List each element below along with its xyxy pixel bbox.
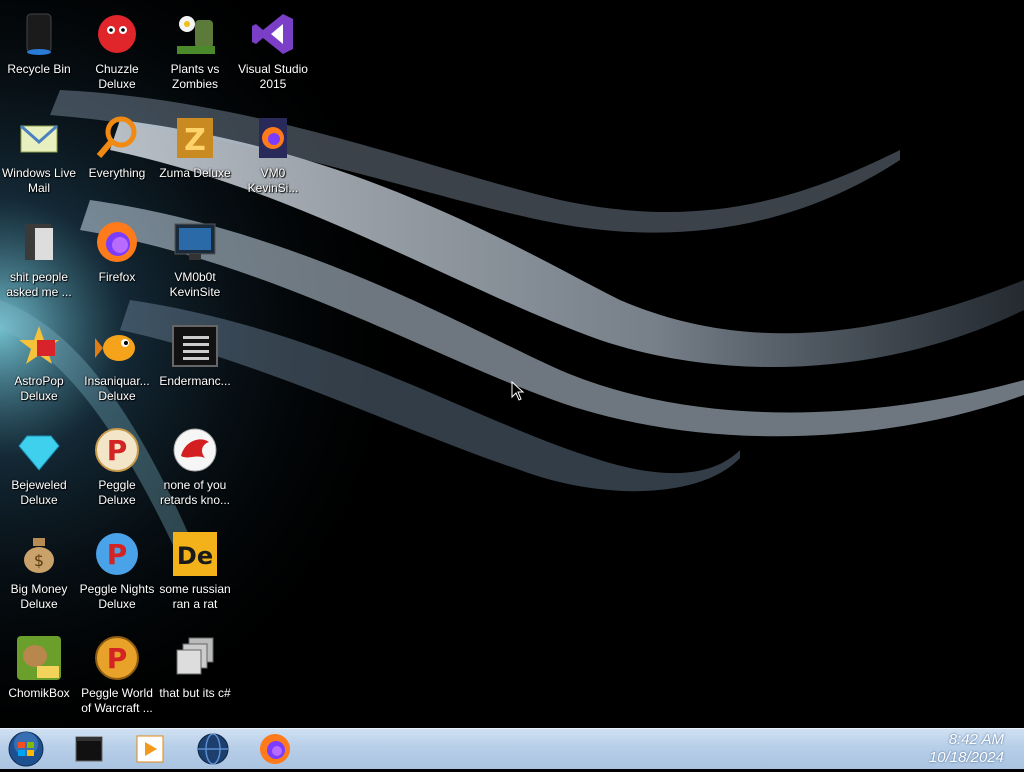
- desktop-icon-visual-studio[interactable]: Visual Studio 2015: [234, 4, 312, 108]
- desktop-icon-everything[interactable]: Everything: [78, 108, 156, 212]
- taskbar-item-black-window[interactable]: [66, 731, 112, 767]
- icon-label: none of you retards kno...: [159, 478, 231, 507]
- icon-label: Big Money Deluxe: [10, 582, 68, 611]
- monitor-icon: [174, 223, 216, 260]
- desktop-icon-vm0b0t[interactable]: VM0b0t KevinSite: [156, 212, 234, 316]
- copy-windows-icon: [176, 637, 214, 675]
- recycle-bin-icon: [26, 13, 52, 55]
- icon-label: Chuzzle Deluxe: [95, 62, 139, 91]
- icon-label: Bejeweled Deluxe: [11, 478, 67, 507]
- icon-label: ChomikBox: [8, 686, 70, 700]
- taskbar-item-firefox[interactable]: [252, 731, 298, 767]
- svg-text:$: $: [34, 551, 44, 570]
- folder-icon: [25, 224, 53, 260]
- desktop-icon-vm0-kevinsi[interactable]: VM0 KevinSi...: [234, 108, 312, 212]
- media-player-icon: [136, 735, 164, 763]
- desktop: Recycle Bin Windows Live Mail shit peopl…: [0, 0, 1024, 728]
- chomikbox-icon: [17, 636, 61, 680]
- desktop-icon-folder[interactable]: shit people asked me ...: [0, 212, 78, 316]
- svg-text:Z: Z: [184, 123, 206, 158]
- terminal-icon: [172, 325, 218, 367]
- astropop-icon: [19, 326, 59, 364]
- desktop-icon-windows-live-mail[interactable]: Windows Live Mail: [0, 108, 78, 212]
- desktop-icon-chomikbox[interactable]: ChomikBox: [0, 628, 78, 732]
- icon-label: Everything: [88, 166, 146, 180]
- icon-label: Plants vs Zombies: [170, 62, 220, 91]
- icon-label: Recycle Bin: [7, 62, 71, 76]
- peggle-icon: P: [95, 428, 139, 472]
- desktop-icon-recycle-bin[interactable]: Recycle Bin: [0, 4, 78, 108]
- firefox-icon: [260, 734, 290, 764]
- icon-label: Endermanc...: [159, 374, 231, 388]
- desktop-icon-endermanch[interactable]: Endermanc...: [156, 316, 234, 420]
- taskbar-item-media-player[interactable]: [127, 731, 173, 767]
- icon-label: Peggle Nights Deluxe: [79, 582, 155, 611]
- firefox-icon: [97, 222, 137, 262]
- red-dragon-icon: [173, 428, 217, 472]
- peggle-wow-icon: P: [95, 636, 139, 680]
- svg-text:De: De: [177, 542, 213, 570]
- icon-label: Zuma Deluxe: [159, 166, 231, 180]
- system-clock[interactable]: 8:42 AM 10/18/2024: [929, 731, 1004, 767]
- icon-label: VM0b0t KevinSite: [169, 270, 221, 299]
- icon-label: AstroPop Deluxe: [14, 374, 64, 403]
- icon-label: VM0 KevinSi...: [247, 166, 299, 195]
- desktop-icon-peggle-deluxe[interactable]: P Peggle Deluxe: [78, 420, 156, 524]
- desktop-icon-bejeweled[interactable]: Bejeweled Deluxe: [0, 420, 78, 524]
- taskbar: 8:42 AM 10/18/2024: [0, 728, 1024, 769]
- magnifier-icon: [96, 116, 137, 158]
- plants-vs-zombies-icon: [177, 16, 215, 54]
- desktop-icon-none-of-you[interactable]: none of you retards kno...: [156, 420, 234, 524]
- firefox-file-icon: [259, 118, 287, 158]
- icon-label: Firefox: [98, 270, 136, 284]
- desktop-icon-that-but-its-csharp[interactable]: that but its c#: [156, 628, 234, 732]
- peggle-nights-icon: P: [96, 533, 138, 575]
- desktop-icon-zuma[interactable]: Z Zuma Deluxe: [156, 108, 234, 212]
- taskbar-item-globe[interactable]: [190, 731, 236, 767]
- icon-label: Peggle Deluxe: [98, 478, 136, 507]
- mail-icon: [20, 124, 58, 153]
- desktop-icon-some-russian[interactable]: De some russian ran a rat: [156, 524, 234, 628]
- svg-text:P: P: [107, 434, 128, 467]
- desktop-icon-peggle-wow[interactable]: P Peggle World of Warcraft ...: [78, 628, 156, 732]
- icon-label: Insaniquar... Deluxe: [84, 374, 150, 403]
- mouse-cursor-icon: [511, 381, 525, 401]
- chuzzle-icon: [98, 15, 136, 53]
- desktop-icon-plants-vs-zombies[interactable]: Plants vs Zombies: [156, 4, 234, 108]
- clock-date: 10/18/2024: [928, 749, 1004, 766]
- zuma-icon: Z: [177, 118, 213, 158]
- icon-label: Peggle World of Warcraft ...: [81, 686, 153, 715]
- desktop-icon-astropop[interactable]: AstroPop Deluxe: [0, 316, 78, 420]
- desktop-icon-big-money[interactable]: $ Big Money Deluxe: [0, 524, 78, 628]
- icon-label: some russian ran a rat: [159, 582, 231, 611]
- desktop-icon-firefox[interactable]: Firefox: [78, 212, 156, 316]
- fish-icon: [95, 335, 135, 361]
- desktop-icon-peggle-nights[interactable]: P Peggle Nights Deluxe: [78, 524, 156, 628]
- visual-studio-icon: [252, 14, 293, 54]
- icon-label: shit people asked me ...: [6, 270, 72, 299]
- icon-label: Visual Studio 2015: [238, 62, 308, 91]
- svg-text:P: P: [107, 642, 128, 675]
- de-icon: De: [173, 532, 217, 576]
- icon-label: that but its c#: [159, 686, 231, 700]
- desktop-icon-insaniquarium[interactable]: Insaniquar... Deluxe: [78, 316, 156, 420]
- money-bag-icon: $: [24, 538, 54, 573]
- icon-label: Windows Live Mail: [1, 166, 77, 195]
- start-orb-icon[interactable]: [6, 730, 46, 768]
- clock-time: 8:42 AM: [948, 731, 1004, 748]
- svg-text:P: P: [107, 538, 128, 571]
- gem-icon: [18, 435, 60, 471]
- black-window-icon: [75, 736, 103, 762]
- globe-icon: [197, 733, 229, 765]
- desktop-icon-chuzzle[interactable]: Chuzzle Deluxe: [78, 4, 156, 108]
